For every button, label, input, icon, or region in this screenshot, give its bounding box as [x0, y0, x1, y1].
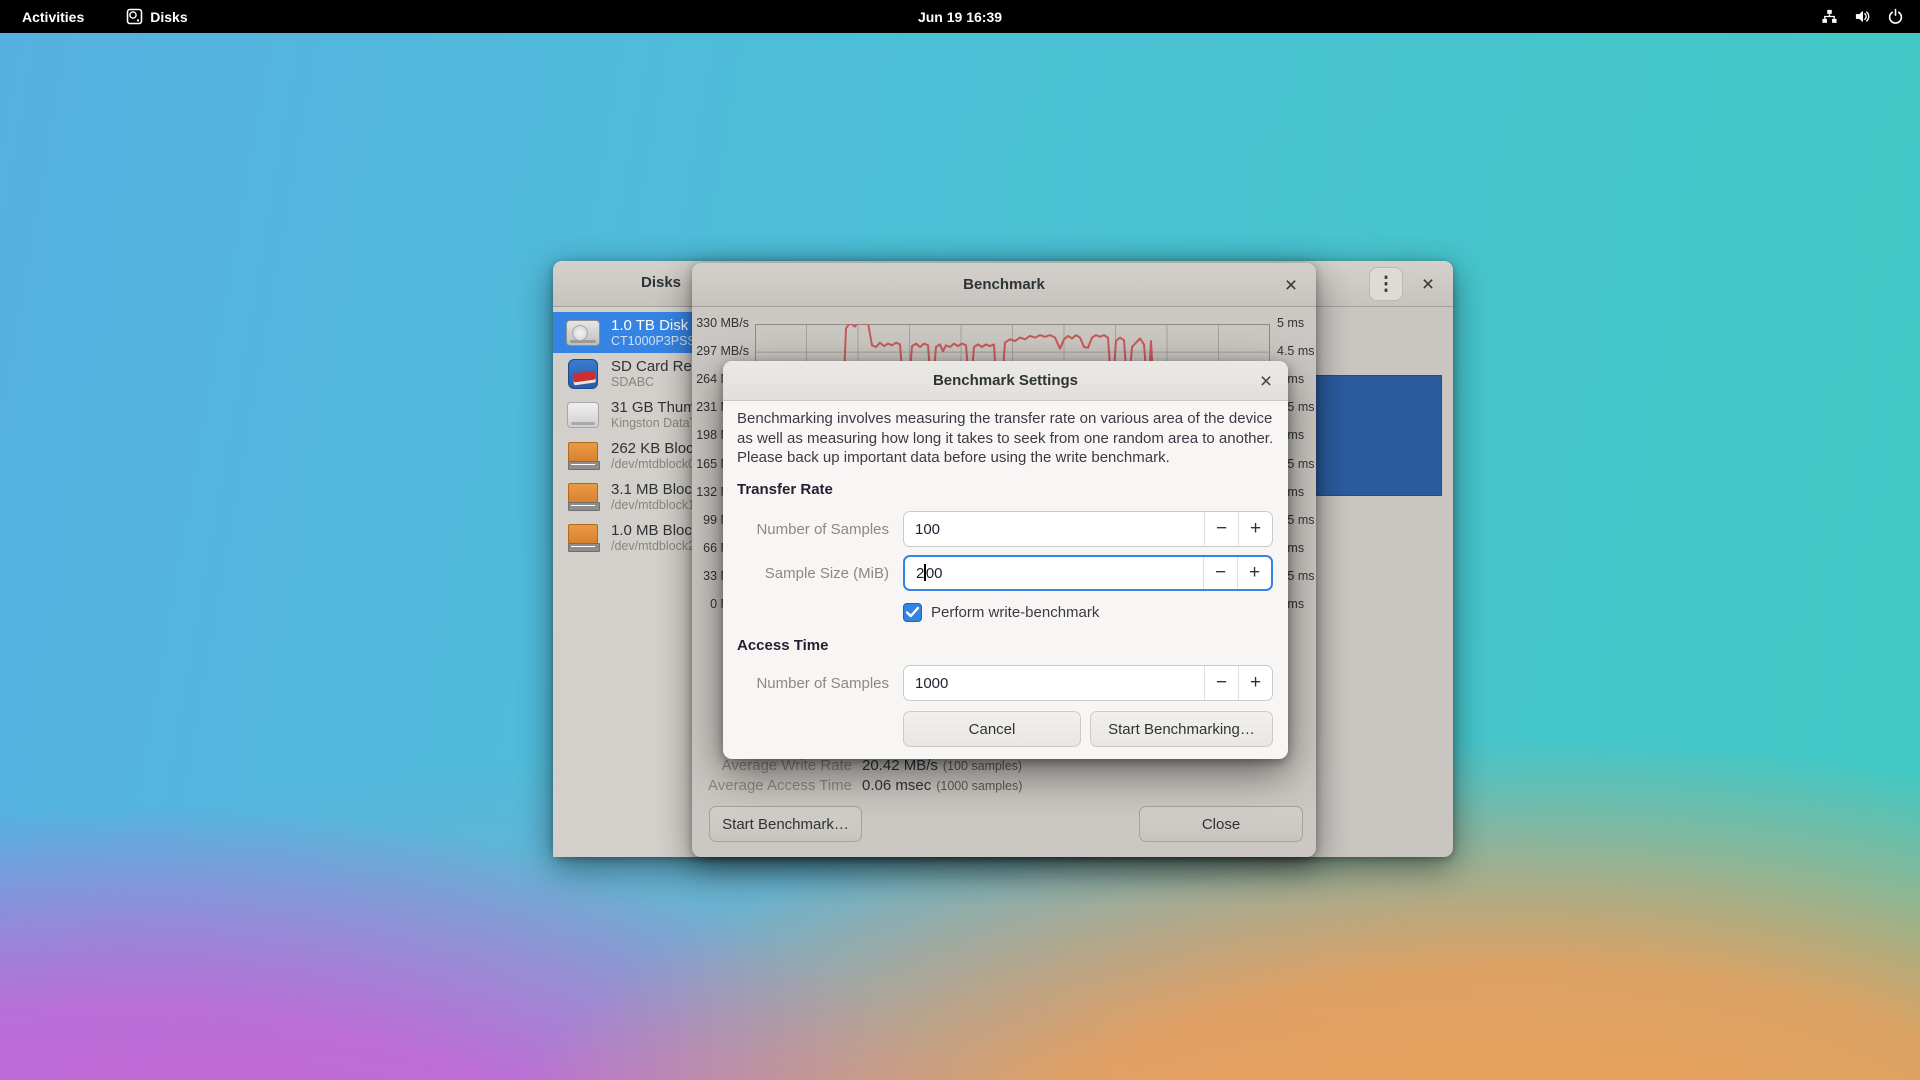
sample-size-spinbox: 200 − +: [903, 555, 1273, 591]
thumb-drive-icon: [563, 399, 603, 431]
number-of-samples-spinbox: 100 − +: [903, 511, 1273, 547]
power-icon[interactable]: [1887, 8, 1904, 25]
settings-description: Benchmarking involves measuring the tran…: [737, 409, 1277, 468]
decrement-button[interactable]: −: [1203, 557, 1237, 589]
access-samples-input[interactable]: 1000: [904, 675, 1204, 692]
number-of-samples-input[interactable]: 100: [904, 521, 1204, 538]
axis-tick-label: 4.5 ms: [1277, 344, 1315, 358]
decrement-button[interactable]: −: [1204, 666, 1238, 700]
decrement-button[interactable]: −: [1204, 512, 1238, 546]
network-wired-icon[interactable]: [1821, 8, 1838, 25]
samples-label: Number of Samples: [737, 521, 889, 538]
stat-label: Average Write Rate: [704, 757, 852, 774]
average-access-time-row: Average Access Time 0.06 msec (1000 samp…: [704, 777, 1022, 794]
access-time-heading: Access Time: [737, 637, 828, 654]
disks-app-icon: [126, 8, 143, 25]
axis-tick-label: 330 MB/s: [696, 316, 749, 330]
stat-label: Average Access Time: [704, 777, 852, 794]
vertical-dots-icon: ⋮: [1377, 273, 1396, 296]
hard-disk-icon: [563, 317, 603, 349]
focused-app-label: Disks: [150, 9, 187, 25]
focused-app-menu[interactable]: Disks: [118, 0, 195, 33]
axis-tick-label: 297 MB/s: [696, 344, 749, 358]
benchmark-title: Benchmark: [963, 276, 1045, 293]
write-benchmark-label: Perform write-benchmark: [931, 604, 1099, 621]
stat-note: (100 samples): [943, 759, 1022, 773]
stat-value: 20.42 MB/s: [862, 757, 938, 774]
stat-value: 0.06 msec: [862, 777, 931, 794]
desktop: Disks ⋮ × 1.0 TB Disk CT1000P3PSSD8 SD C…: [0, 0, 1920, 1080]
close-icon: ×: [1422, 274, 1434, 295]
sample-size-input[interactable]: 200: [905, 564, 1203, 582]
benchmark-close-button[interactable]: ×: [1274, 268, 1308, 302]
access-samples-spinbox: 1000 − +: [903, 665, 1273, 701]
perform-write-benchmark-row[interactable]: Perform write-benchmark: [903, 603, 1099, 622]
activities-label: Activities: [22, 9, 84, 25]
block-device-icon: [563, 481, 603, 513]
increment-button[interactable]: +: [1238, 666, 1272, 700]
access-samples-label: Number of Samples: [737, 675, 889, 692]
disks-window-close-button[interactable]: ×: [1411, 267, 1445, 301]
settings-title: Benchmark Settings: [933, 372, 1078, 389]
start-benchmark-button[interactable]: Start Benchmark…: [709, 806, 862, 842]
write-benchmark-checkbox[interactable]: [903, 603, 922, 622]
activities-button[interactable]: Activities: [14, 0, 92, 33]
axis-tick-label: 5 ms: [1277, 316, 1304, 330]
volume-icon[interactable]: [1854, 8, 1871, 25]
settings-headerbar: Benchmark Settings ×: [723, 361, 1288, 401]
clock[interactable]: Jun 19 16:39: [0, 9, 1920, 25]
benchmark-headerbar: Benchmark ×: [692, 263, 1316, 307]
text-caret: [924, 564, 926, 581]
sd-card-icon: [563, 358, 603, 390]
checkmark-icon: [906, 607, 919, 618]
close-icon: ×: [1285, 275, 1297, 296]
cancel-button[interactable]: Cancel: [903, 711, 1081, 747]
close-icon: ×: [1260, 371, 1272, 392]
transfer-rate-heading: Transfer Rate: [737, 481, 833, 498]
gnome-top-bar: Activities Disks Jun 19 16:39: [0, 0, 1920, 33]
sample-size-label: Sample Size (MiB): [737, 565, 889, 582]
app-menu-button[interactable]: ⋮: [1369, 267, 1403, 301]
settings-close-button[interactable]: ×: [1249, 364, 1283, 398]
block-device-icon: [563, 440, 603, 472]
benchmark-settings-dialog: Benchmark Settings × Benchmarking involv…: [723, 361, 1288, 759]
average-write-rate-row: Average Write Rate 20.42 MB/s (100 sampl…: [704, 757, 1022, 774]
increment-button[interactable]: +: [1238, 512, 1272, 546]
increment-button[interactable]: +: [1237, 557, 1271, 589]
stat-note: (1000 samples): [936, 779, 1022, 793]
block-device-icon: [563, 522, 603, 554]
start-benchmarking-button[interactable]: Start Benchmarking…: [1090, 711, 1273, 747]
close-button[interactable]: Close: [1139, 806, 1303, 842]
